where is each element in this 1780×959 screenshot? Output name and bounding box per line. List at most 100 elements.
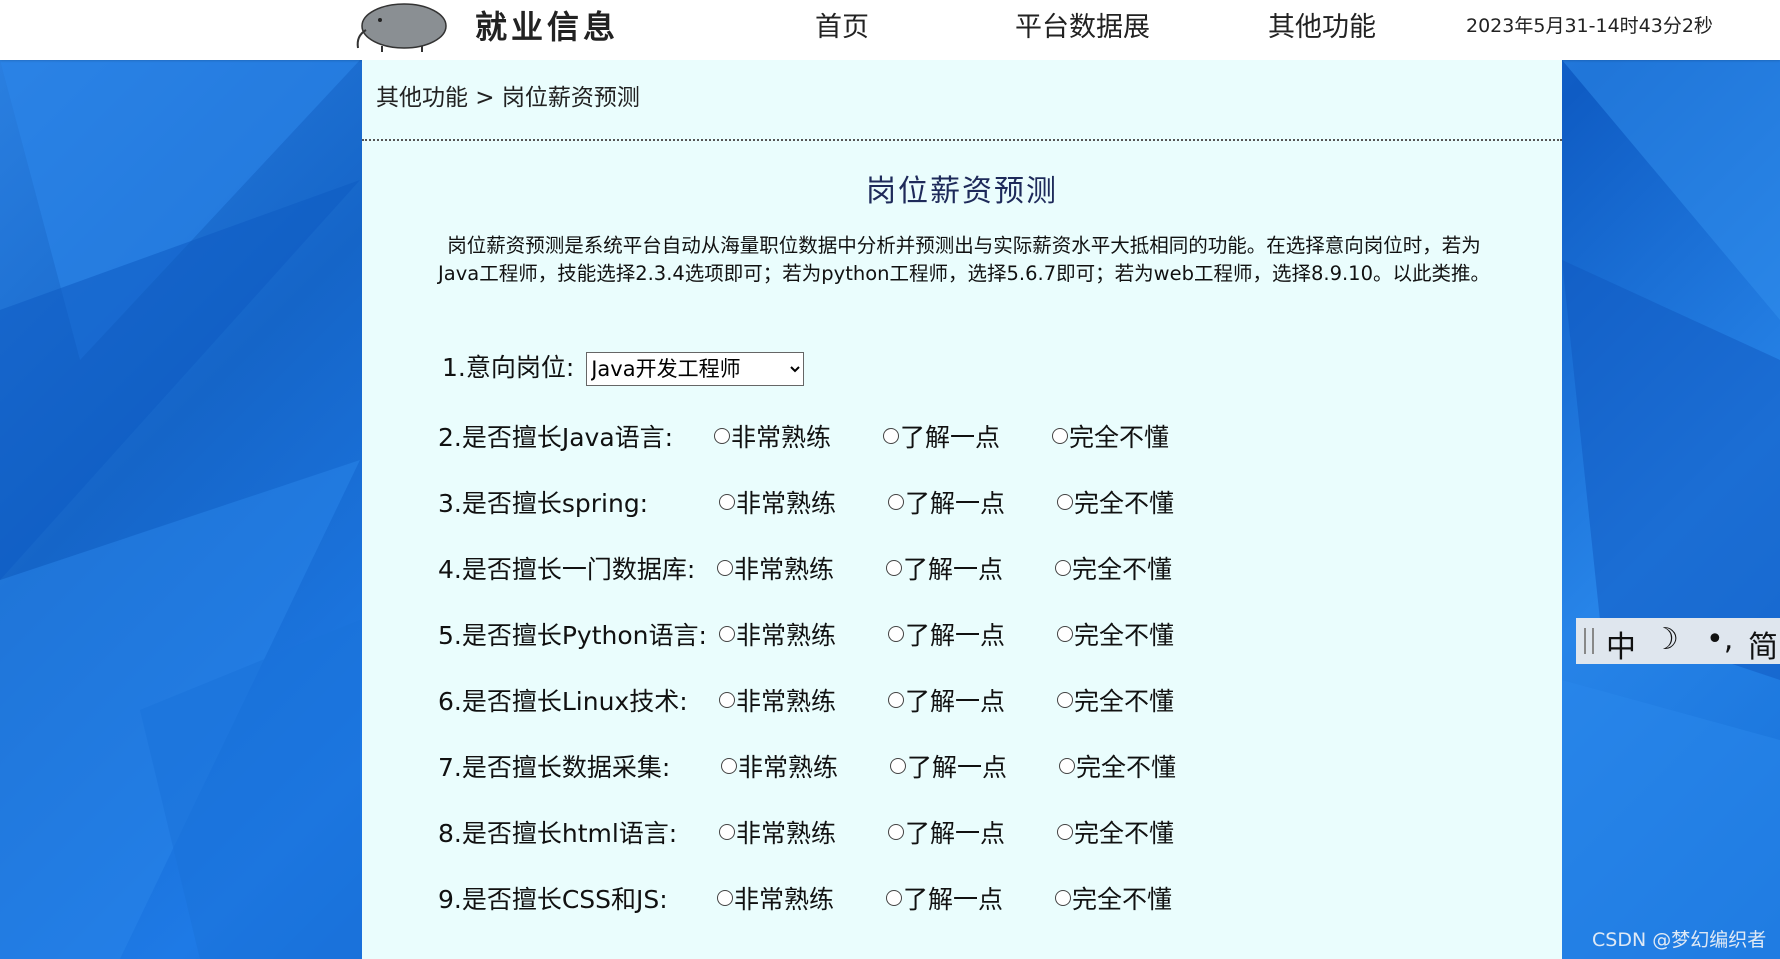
radio-option[interactable]: 完全不懂 bbox=[1057, 682, 1174, 718]
radio-label: 了解一点 bbox=[903, 555, 1004, 584]
radio-option[interactable]: 非常熟练 bbox=[719, 682, 836, 718]
question-label: 8.是否擅长html语言: bbox=[438, 819, 678, 848]
radio-option[interactable]: 非常熟练 bbox=[714, 418, 831, 454]
question-label: 3.是否擅长spring: bbox=[438, 489, 649, 518]
radio-option[interactable]: 完全不懂 bbox=[1052, 418, 1169, 454]
radio-option[interactable]: 了解一点 bbox=[890, 748, 1007, 784]
radio-button[interactable] bbox=[1057, 692, 1073, 708]
divider bbox=[362, 139, 1562, 141]
radio-label: 非常熟练 bbox=[736, 819, 837, 848]
radio-button[interactable] bbox=[719, 824, 735, 840]
radio-label: 了解一点 bbox=[900, 423, 1001, 452]
radio-label: 非常熟练 bbox=[736, 621, 837, 650]
punctuation-icon[interactable]: •, bbox=[1706, 622, 1733, 657]
radio-button[interactable] bbox=[1059, 758, 1075, 774]
radio-option[interactable]: 完全不懂 bbox=[1059, 748, 1176, 784]
radio-option[interactable]: 了解一点 bbox=[886, 550, 1003, 586]
radio-button[interactable] bbox=[717, 560, 733, 576]
radio-button[interactable] bbox=[890, 758, 906, 774]
radio-option[interactable]: 了解一点 bbox=[888, 484, 1005, 520]
radio-label: 完全不懂 bbox=[1072, 885, 1173, 914]
radio-button[interactable] bbox=[1055, 890, 1071, 906]
page-title: 岗位薪资预测 bbox=[866, 174, 1058, 209]
nav-home[interactable]: 首页 bbox=[815, 5, 869, 44]
radio-option[interactable]: 了解一点 bbox=[888, 616, 1005, 652]
radio-label: 非常熟练 bbox=[738, 753, 839, 782]
page-description: 岗位薪资预测是系统平台自动从海量职位数据中分析并预测出与实际薪资水平大抵相同的功… bbox=[402, 232, 1526, 288]
radio-label: 了解一点 bbox=[905, 489, 1006, 518]
radio-label: 完全不懂 bbox=[1076, 753, 1177, 782]
moon-icon[interactable]: ☽ bbox=[1652, 622, 1679, 657]
radio-label: 了解一点 bbox=[905, 621, 1006, 650]
radio-option[interactable]: 了解一点 bbox=[888, 814, 1005, 850]
question-label: 9.是否擅长CSS和JS: bbox=[438, 885, 668, 914]
radio-option[interactable]: 了解一点 bbox=[888, 682, 1005, 718]
radio-option[interactable]: 非常熟练 bbox=[717, 550, 834, 586]
brand-title: 就业信息 bbox=[475, 8, 620, 46]
radio-button[interactable] bbox=[1052, 428, 1068, 444]
radio-button[interactable] bbox=[1057, 824, 1073, 840]
watermark: CSDN @梦幻编织者 bbox=[1592, 929, 1767, 951]
radio-label: 了解一点 bbox=[905, 687, 1006, 716]
radio-label: 了解一点 bbox=[903, 885, 1004, 914]
radio-button[interactable] bbox=[888, 626, 904, 642]
radio-button[interactable] bbox=[883, 428, 899, 444]
question-label: 2.是否擅长Java语言: bbox=[438, 423, 674, 452]
radio-button[interactable] bbox=[719, 626, 735, 642]
radio-option[interactable]: 非常熟练 bbox=[719, 814, 836, 850]
elephant-logo-icon bbox=[352, 0, 452, 54]
radio-button[interactable] bbox=[719, 494, 735, 510]
ime-grip-icon[interactable] bbox=[1584, 628, 1594, 654]
nav-other-functions[interactable]: 其他功能 bbox=[1268, 5, 1376, 44]
radio-button[interactable] bbox=[721, 758, 737, 774]
radio-button[interactable] bbox=[1057, 626, 1073, 642]
radio-option[interactable]: 完全不懂 bbox=[1055, 880, 1172, 916]
radio-button[interactable] bbox=[1055, 560, 1071, 576]
nav-platform-data[interactable]: 平台数据展 bbox=[1015, 5, 1150, 44]
question-label: 6.是否擅长Linux技术: bbox=[438, 687, 688, 716]
radio-option[interactable]: 了解一点 bbox=[883, 418, 1000, 454]
radio-label: 完全不懂 bbox=[1074, 489, 1175, 518]
radio-option[interactable]: 非常熟练 bbox=[719, 484, 836, 520]
question-1: 1.意向岗位: Java开发工程师 bbox=[442, 348, 805, 386]
radio-label: 非常熟练 bbox=[736, 489, 837, 518]
ime-toolbar[interactable]: 中 ☽ •, 简 bbox=[1576, 618, 1780, 666]
radio-label: 非常熟练 bbox=[731, 423, 832, 452]
ime-mode-button[interactable]: 中 bbox=[1606, 622, 1636, 666]
description-line-1: 岗位薪资预测是系统平台自动从海量职位数据中分析并预测出与实际薪资水平大抵相同的功… bbox=[447, 234, 1481, 257]
breadcrumb: 其他功能 > 岗位薪资预测 bbox=[376, 85, 640, 111]
radio-label: 了解一点 bbox=[905, 819, 1006, 848]
radio-option[interactable]: 非常熟练 bbox=[721, 748, 838, 784]
radio-label: 非常熟练 bbox=[736, 687, 837, 716]
radio-button[interactable] bbox=[888, 824, 904, 840]
radio-button[interactable] bbox=[717, 890, 733, 906]
radio-label: 完全不懂 bbox=[1072, 555, 1173, 584]
radio-option[interactable]: 了解一点 bbox=[886, 880, 1003, 916]
radio-label: 了解一点 bbox=[907, 753, 1008, 782]
radio-label: 完全不懂 bbox=[1069, 423, 1170, 452]
radio-label: 非常熟练 bbox=[734, 885, 835, 914]
ime-simplified-button[interactable]: 简 bbox=[1748, 622, 1778, 666]
radio-option[interactable]: 完全不懂 bbox=[1055, 550, 1172, 586]
radio-option[interactable]: 非常熟练 bbox=[717, 880, 834, 916]
radio-option[interactable]: 完全不懂 bbox=[1057, 814, 1174, 850]
radio-button[interactable] bbox=[888, 494, 904, 510]
radio-label: 完全不懂 bbox=[1074, 819, 1175, 848]
radio-button[interactable] bbox=[719, 692, 735, 708]
top-navbar: 就业信息 首页 平台数据展 其他功能 2023年5月31-14时43分2秒 bbox=[0, 0, 1780, 60]
radio-option[interactable]: 非常熟练 bbox=[719, 616, 836, 652]
radio-button[interactable] bbox=[886, 560, 902, 576]
radio-option[interactable]: 完全不懂 bbox=[1057, 484, 1174, 520]
question-label: 7.是否擅长数据采集: bbox=[438, 753, 671, 782]
radio-button[interactable] bbox=[888, 692, 904, 708]
radio-button[interactable] bbox=[714, 428, 730, 444]
radio-option[interactable]: 完全不懂 bbox=[1057, 616, 1174, 652]
clock-text: 2023年5月31-14时43分2秒 bbox=[1466, 15, 1713, 37]
radio-label: 非常熟练 bbox=[734, 555, 835, 584]
radio-label: 完全不懂 bbox=[1074, 621, 1175, 650]
content-panel: 其他功能 > 岗位薪资预测 岗位薪资预测 岗位薪资预测是系统平台自动从海量职位数… bbox=[362, 60, 1562, 959]
job-select[interactable]: Java开发工程师 bbox=[586, 352, 805, 386]
radio-button[interactable] bbox=[1057, 494, 1073, 510]
radio-button[interactable] bbox=[886, 890, 902, 906]
question-label: 5.是否擅长Python语言: bbox=[438, 621, 707, 650]
